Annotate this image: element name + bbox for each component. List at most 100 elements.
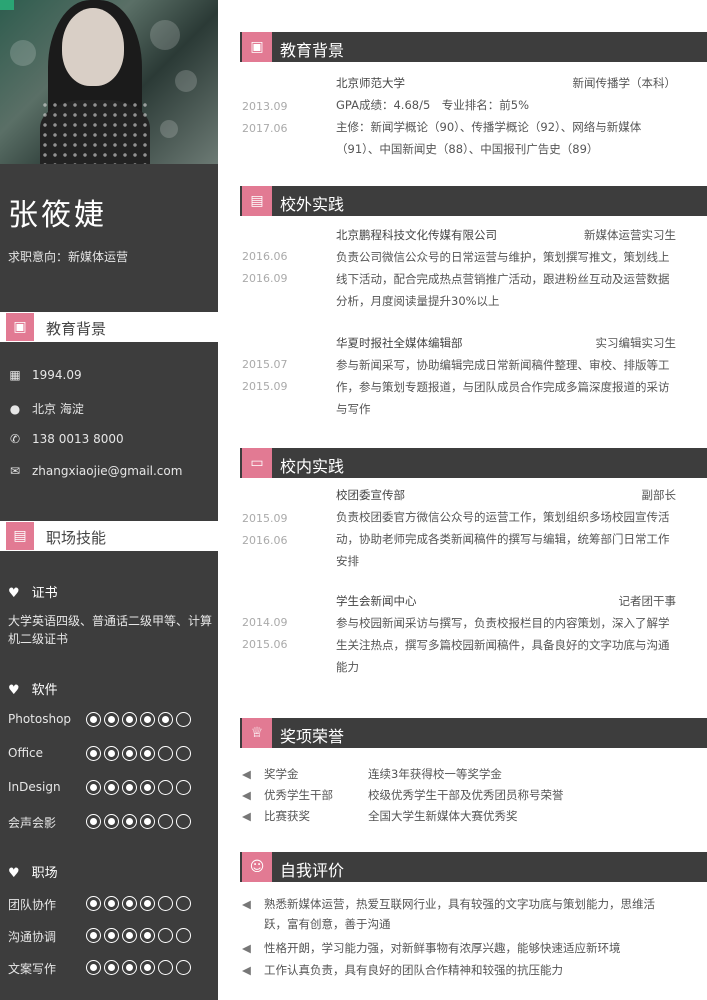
rating-dot-empty xyxy=(176,712,191,727)
phone-info: ✆ 138 0013 8000 xyxy=(9,432,124,446)
rating-dot-filled xyxy=(122,712,137,727)
rating-dot-filled xyxy=(140,814,155,829)
campus-entry-1: 校团委宣传部 副部长 负责校团委官方微信公众号的运营工作，策划组织多场校园宣传活动… xyxy=(336,488,676,568)
rating-dot-filled xyxy=(86,780,101,795)
rating-dot-filled xyxy=(86,896,101,911)
user-icon: ☺ xyxy=(242,852,272,882)
candidate-name: 张筱婕 xyxy=(8,198,107,233)
section-heading-evaluation: ☺ 自我评价 xyxy=(240,852,707,882)
rating-dot-empty xyxy=(176,928,191,943)
education-entry: 北京师范大学 新闻传播学（本科） GPA成绩：4.68/5 专业排名：前5% 主修… xyxy=(336,72,676,160)
rating-dot-filled xyxy=(140,928,155,943)
birth-info: ▦ 1994.09 xyxy=(9,368,82,382)
rating-dot-empty xyxy=(158,814,173,829)
rating-dot-filled xyxy=(140,746,155,761)
monitor-icon: ▭ xyxy=(242,448,272,478)
email-info[interactable]: ✉ zhangxiaojie@gmail.com xyxy=(8,464,182,478)
rating-dot-empty xyxy=(158,960,173,975)
campus-date-2: 2014.09 2015.06 xyxy=(242,616,288,651)
software-skill-row: Office xyxy=(8,745,213,763)
briefcase-icon: ▤ xyxy=(242,186,272,216)
arrow-icon: ◀ xyxy=(242,963,251,977)
graduation-cap-icon: ▣ xyxy=(6,313,34,341)
practice-date-2: 2015.07 2015.09 xyxy=(242,358,288,393)
job-objective: 求职意向：新媒体运营 xyxy=(8,250,129,264)
section-heading-practice: ▤ 校外实践 xyxy=(240,186,707,216)
practice-entry-1: 北京鹏程科技文化传媒有限公司 新媒体运营实习生 负责公司微信公众号的日常运营与维护… xyxy=(336,228,676,308)
rating-dot-empty xyxy=(176,746,191,761)
education-date: 2013.09 2017.06 xyxy=(242,100,288,135)
phone-icon: ✆ xyxy=(9,432,21,446)
rating-dot-filled xyxy=(86,746,101,761)
rating-dot-empty xyxy=(176,814,191,829)
arrow-icon: ◀ xyxy=(242,941,251,955)
software-skill-name: InDesign xyxy=(8,780,61,794)
software-skill-name: Office xyxy=(8,746,44,760)
ability-skill-row: 团队协作 xyxy=(8,895,213,913)
ability-skill-name: 沟通协调 xyxy=(8,930,57,944)
rating-dot-empty xyxy=(158,928,173,943)
trophy-icon: ♕ xyxy=(242,718,272,748)
ability-skill-rating xyxy=(86,960,194,979)
abilities-heading: ♥ 职场 xyxy=(8,866,58,881)
section-heading-campus: ▭ 校内实践 xyxy=(240,448,707,478)
software-skill-rating xyxy=(86,780,194,799)
rating-dot-filled xyxy=(140,960,155,975)
ability-skill-rating xyxy=(86,928,194,947)
ability-skill-name: 团队协作 xyxy=(8,898,57,912)
rating-dot-filled xyxy=(104,780,119,795)
section-heading-awards: ♕ 奖项荣誉 xyxy=(240,718,707,748)
software-skill-name: Photoshop xyxy=(8,712,72,726)
rating-dot-filled xyxy=(122,780,137,795)
software-skill-row: InDesign xyxy=(8,779,213,797)
profile-photo xyxy=(0,0,218,164)
rating-dot-filled xyxy=(122,814,137,829)
arrow-icon: ◀ xyxy=(242,767,251,781)
campus-entry-2: 学生会新闻中心 记者团干事 参与校园新闻采访与撰写，负责校报栏目的内容策划，深入了… xyxy=(336,594,676,674)
practice-date-1: 2016.06 2016.09 xyxy=(242,250,288,285)
briefcase-icon: ▤ xyxy=(6,522,34,550)
ability-skill-name: 文案写作 xyxy=(8,962,57,976)
rating-dot-filled xyxy=(122,896,137,911)
certificates-text: 大学英语四级、普通话二级甲等、计算机二级证书 xyxy=(8,614,213,646)
rating-dot-filled xyxy=(104,712,119,727)
rating-dot-filled xyxy=(122,746,137,761)
section-heading-education: ▣ 教育背景 xyxy=(240,32,707,62)
rating-dot-empty xyxy=(176,780,191,795)
ability-skill-row: 沟通协调 xyxy=(8,927,213,945)
rating-dot-empty xyxy=(158,780,173,795)
graduation-cap-icon: ▣ xyxy=(242,32,272,62)
sidebar-heading-education: ▣ 教育背景 xyxy=(0,312,218,342)
rating-dot-filled xyxy=(140,712,155,727)
ability-skill-row: 文案写作 xyxy=(8,959,213,977)
rating-dot-empty xyxy=(158,896,173,911)
software-skill-rating xyxy=(86,712,194,731)
arrow-icon: ◀ xyxy=(242,809,251,823)
heart-icon: ♥ xyxy=(8,683,20,698)
sidebar: 张筱婕 求职意向：新媒体运营 ▣ 教育背景 ▦ 1994.09 ● 北京 海淀 ✆ 1… xyxy=(0,0,218,1000)
rating-dot-filled xyxy=(122,960,137,975)
rating-dot-filled xyxy=(86,712,101,727)
heart-icon: ♥ xyxy=(8,586,20,601)
rating-dot-empty xyxy=(176,960,191,975)
rating-dot-empty xyxy=(176,896,191,911)
rating-dot-filled xyxy=(140,780,155,795)
rating-dot-filled xyxy=(104,928,119,943)
courses: 主修：新闻学概论（90）、传播学概论（92）、网络与新媒体（91）、中国新闻史（… xyxy=(336,120,642,156)
heart-icon: ♥ xyxy=(8,866,20,881)
gpa: GPA成绩：4.68/5 专业排名：前5% xyxy=(336,98,530,112)
software-heading: ♥ 软件 xyxy=(8,683,58,698)
rating-dot-filled xyxy=(104,960,119,975)
rating-dot-filled xyxy=(158,712,173,727)
arrow-icon: ◀ xyxy=(242,788,251,802)
sidebar-heading-skills: ▤ 职场技能 xyxy=(0,521,218,551)
campus-date-1: 2015.09 2016.06 xyxy=(242,512,288,547)
rating-dot-filled xyxy=(104,814,119,829)
software-skill-row: 会声会影 xyxy=(8,813,213,831)
software-skill-rating xyxy=(86,746,194,765)
rating-dot-filled xyxy=(140,896,155,911)
software-skill-name: 会声会影 xyxy=(8,816,57,830)
envelope-icon: ✉ xyxy=(9,464,21,478)
location-pin-icon: ● xyxy=(9,402,21,416)
school-name: 北京师范大学 xyxy=(336,76,405,90)
